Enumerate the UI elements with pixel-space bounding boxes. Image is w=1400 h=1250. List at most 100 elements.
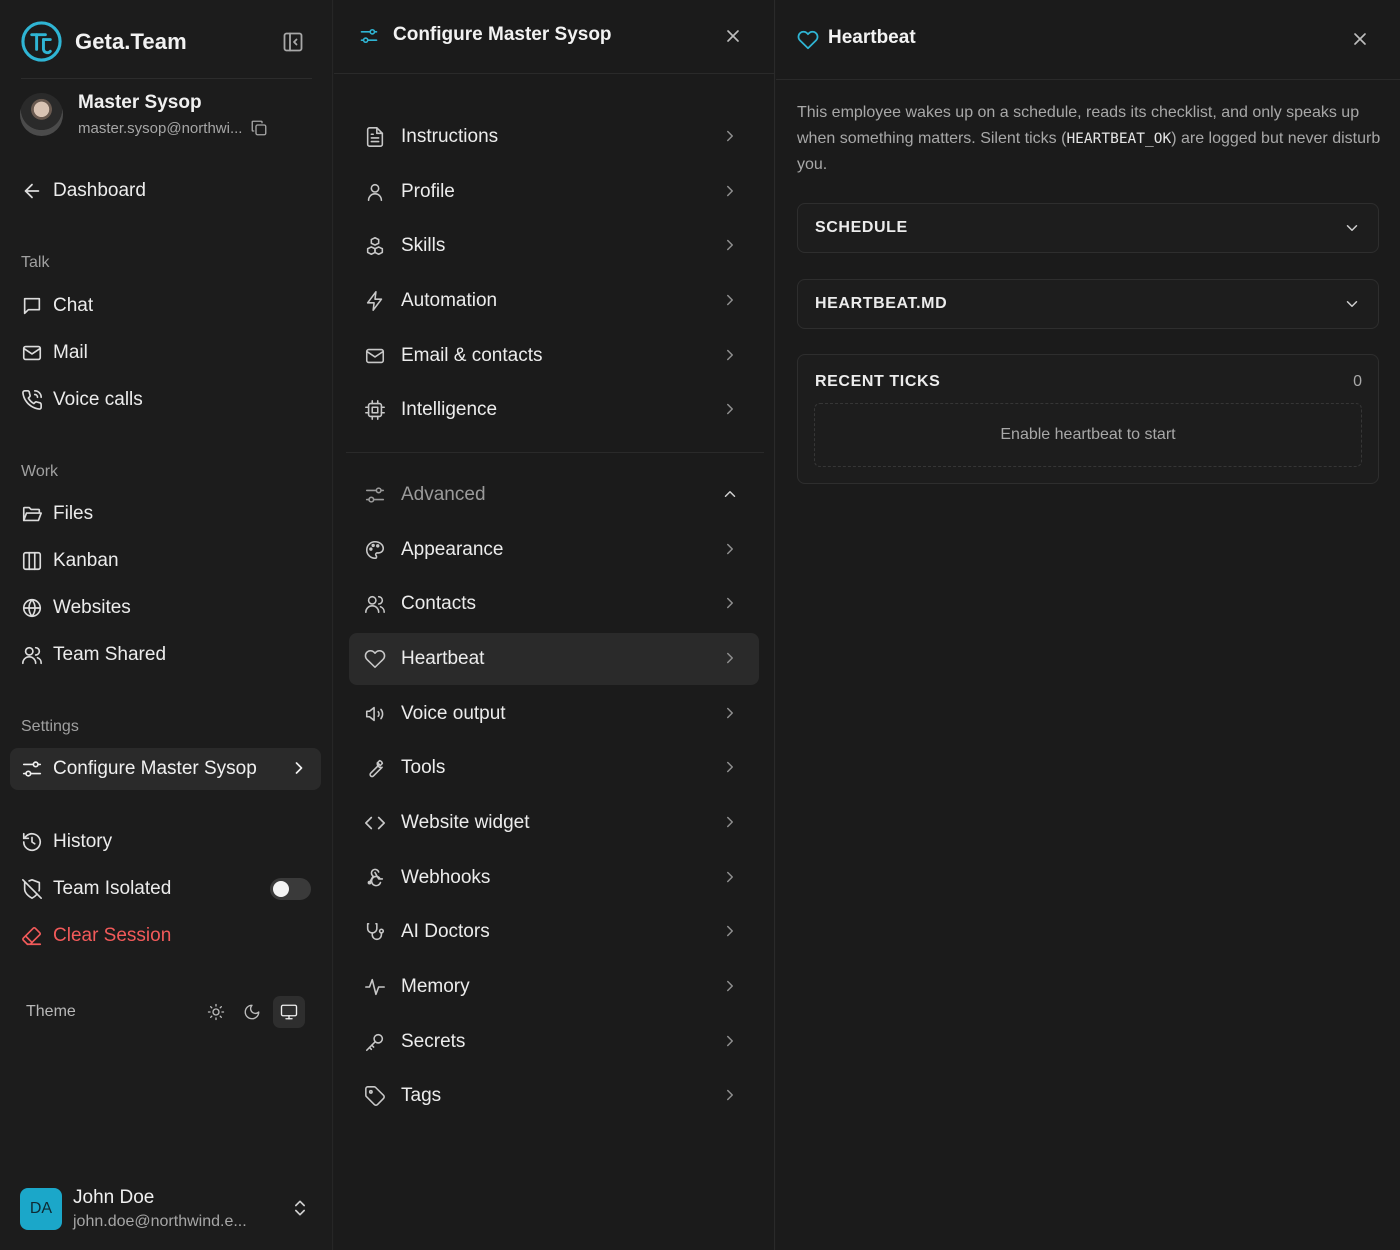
nav-dashboard-label: Dashboard	[53, 180, 146, 201]
webhook-icon	[367, 868, 384, 887]
wrench-icon	[369, 759, 384, 778]
config-item-automation[interactable]: Automation	[349, 275, 759, 327]
eraser-icon	[22, 927, 42, 946]
footer-user-name: John Doe	[73, 1187, 155, 1208]
config-item-website-widget[interactable]: Website widget	[349, 797, 759, 849]
avatar	[20, 93, 63, 136]
schedule-label: SCHEDULE	[815, 219, 908, 236]
config-item-label: Skills	[401, 235, 446, 256]
heartbeat-md-accordion[interactable]: HEARTBEAT.MD	[797, 279, 1379, 329]
config-item-tags[interactable]: Tags	[349, 1070, 759, 1122]
chat-icon	[23, 297, 41, 315]
config-item-secrets[interactable]: Secrets	[349, 1016, 759, 1068]
nav-configure-master-sysop[interactable]: Configure Master Sysop	[10, 748, 321, 790]
chevron-right-icon	[727, 403, 733, 415]
nav-team-shared-label: Team Shared	[53, 644, 167, 665]
recent-ticks-label: RECENT TICKS	[815, 373, 941, 390]
brand[interactable]: Geta.Team	[20, 20, 187, 63]
config-item-label: Website widget	[401, 812, 530, 833]
schedule-accordion[interactable]: SCHEDULE	[797, 203, 1379, 253]
heartbeat-ok-code: HEARTBEAT_OK	[1066, 131, 1172, 147]
users-icon	[365, 595, 385, 614]
nav-websites-label: Websites	[53, 597, 131, 618]
nav-kanban[interactable]: Kanban	[21, 545, 119, 577]
recent-ticks-count: 0	[1353, 373, 1362, 390]
config-item-label: Intelligence	[401, 399, 498, 420]
nav-files-label: Files	[53, 503, 94, 524]
section-work: Work	[21, 463, 59, 480]
config-item-contacts[interactable]: Contacts	[349, 578, 759, 630]
heartbeat-panel: Heartbeat This employee wakes up on a sc…	[776, 0, 1400, 1250]
config-item-intelligence[interactable]: Intelligence	[349, 384, 759, 436]
sidebar-collapse-icon[interactable]	[281, 30, 305, 54]
zap-icon	[366, 291, 383, 311]
close-icon[interactable]	[723, 26, 743, 46]
toggle-knob	[273, 881, 289, 897]
nav-websites[interactable]: Websites	[21, 592, 131, 624]
config-item-memory[interactable]: Memory	[349, 961, 759, 1013]
config-item-label: Instructions	[401, 126, 499, 147]
nav-history[interactable]: History	[21, 826, 112, 858]
config-item-heartbeat[interactable]: Heartbeat	[349, 633, 759, 685]
heartbeat-title: Heartbeat	[828, 27, 916, 48]
stethoscope-icon	[366, 922, 385, 941]
close-icon[interactable]	[1350, 29, 1370, 49]
chevron-right-icon	[727, 925, 733, 937]
copy-icon[interactable]	[250, 119, 268, 137]
moon-icon	[244, 1004, 260, 1020]
config-item-webhooks[interactable]: Webhooks	[349, 852, 759, 904]
config-item-skills[interactable]: Skills	[349, 220, 759, 272]
globe-icon	[22, 598, 42, 618]
section-talk: Talk	[21, 254, 50, 271]
config-item-voice-output[interactable]: Voice output	[349, 688, 759, 740]
nav-configure-label: Configure Master Sysop	[53, 758, 257, 779]
nav-team-isolated-label: Team Isolated	[53, 878, 172, 899]
key-icon	[365, 1033, 384, 1052]
advanced-toggle[interactable]: Advanced	[349, 469, 759, 521]
chevron-right-icon	[727, 871, 733, 883]
sidebar: Geta.Team Master Sysop master.sysop@nort…	[0, 0, 333, 1250]
tag-icon	[365, 1086, 385, 1106]
account-switcher[interactable]: DA John Doe john.doe@northwind.e...	[20, 1187, 247, 1231]
config-item-label: Webhooks	[401, 867, 491, 888]
nav-clear-session[interactable]: Clear Session	[21, 920, 171, 952]
code-icon	[365, 816, 385, 830]
chevrons-up-down-icon[interactable]	[290, 1198, 310, 1218]
palette-icon	[366, 540, 385, 560]
config-item-ai-doctors[interactable]: AI Doctors	[349, 906, 759, 958]
nav-voice-calls[interactable]: Voice calls	[21, 384, 143, 416]
config-item-label: Profile	[401, 181, 455, 202]
config-item-email-contacts[interactable]: Email & contacts	[349, 330, 759, 382]
config-item-appearance[interactable]: Appearance	[349, 524, 759, 576]
theme-system-button[interactable]	[273, 996, 305, 1028]
config-item-label: Voice output	[401, 703, 506, 724]
team-isolated-toggle[interactable]	[270, 878, 311, 900]
user-name: Master Sysop	[78, 92, 202, 113]
chevron-right-icon	[727, 130, 733, 142]
user-icon	[367, 183, 383, 202]
config-item-tools[interactable]: Tools	[349, 742, 759, 794]
nav-mail[interactable]: Mail	[21, 337, 88, 369]
sliders-icon	[22, 761, 42, 777]
config-item-profile[interactable]: Profile	[349, 166, 759, 218]
sliders-icon	[365, 487, 385, 503]
nav-chat[interactable]: Chat	[21, 290, 93, 322]
config-item-label: AI Doctors	[401, 921, 490, 942]
advanced-divider	[346, 452, 764, 453]
theme-dark-button[interactable]	[236, 996, 268, 1028]
configure-panel: Configure Master Sysop Instructions Prof…	[334, 0, 775, 1250]
chevron-right-icon	[727, 1035, 733, 1047]
nav-files[interactable]: Files	[21, 498, 93, 530]
heartbeat-md-label: HEARTBEAT.MD	[815, 295, 948, 312]
config-item-label: Appearance	[401, 539, 504, 560]
config-item-instructions[interactable]: Instructions	[349, 111, 759, 163]
configure-panel-header: Configure Master Sysop	[334, 0, 775, 74]
nav-team-shared[interactable]: Team Shared	[21, 639, 166, 671]
chevron-right-icon	[727, 543, 733, 555]
nav-dashboard[interactable]: Dashboard	[21, 175, 146, 207]
config-item-label: Heartbeat	[401, 648, 485, 669]
theme-light-button[interactable]	[200, 996, 232, 1028]
kanban-icon	[22, 551, 42, 571]
nav-chat-label: Chat	[53, 295, 94, 316]
chevron-down-icon	[1346, 301, 1358, 307]
